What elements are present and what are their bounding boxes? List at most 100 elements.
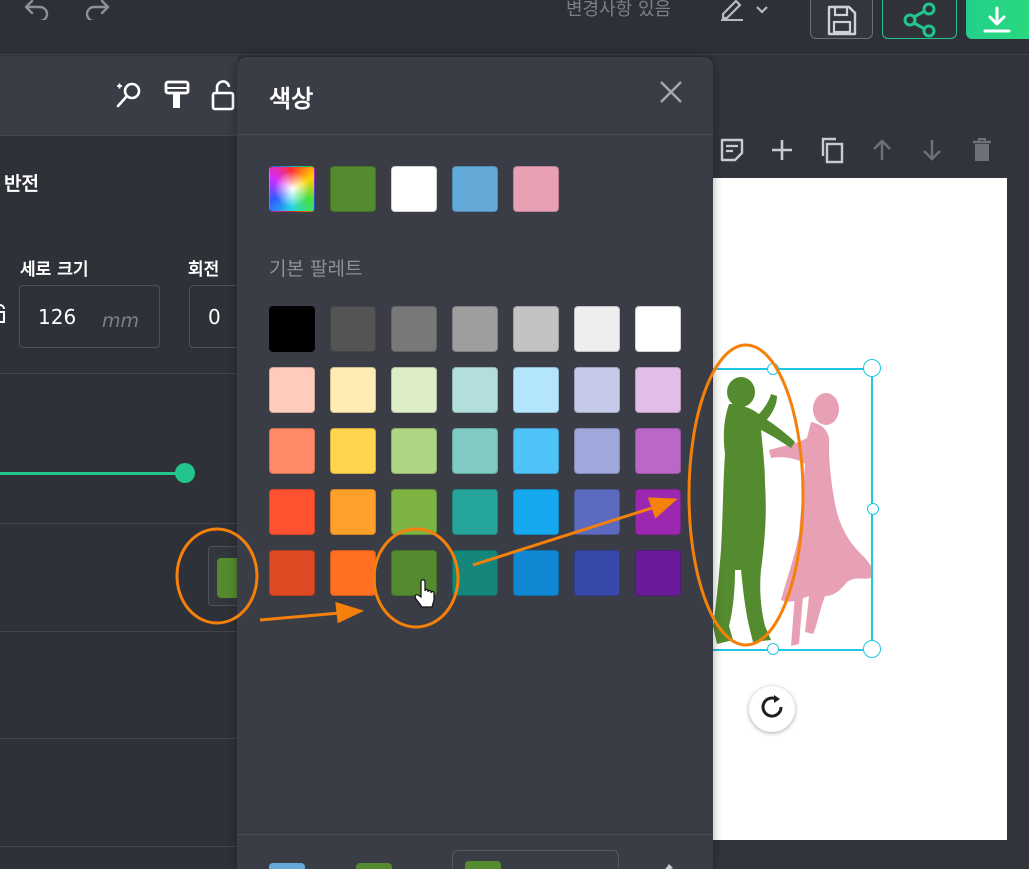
- footer-color-swatch[interactable]: [356, 863, 392, 869]
- palette-color-swatch[interactable]: [635, 367, 681, 413]
- resize-handle[interactable]: [767, 363, 779, 375]
- duplicate-icon[interactable]: [817, 132, 847, 168]
- arrow-down-icon[interactable]: [917, 132, 947, 168]
- palette-color-swatch[interactable]: [635, 550, 681, 596]
- eyedropper-icon[interactable]: [657, 857, 677, 869]
- palette-color-swatch[interactable]: [269, 550, 315, 596]
- palette-color-swatch[interactable]: [452, 367, 498, 413]
- palette-color-swatch[interactable]: [330, 306, 376, 352]
- palette-color-swatch[interactable]: [391, 489, 437, 535]
- note-icon[interactable]: [717, 132, 747, 168]
- height-value: 126: [38, 305, 77, 329]
- divider: [0, 846, 238, 847]
- palette-color-swatch[interactable]: [269, 367, 315, 413]
- redo-icon[interactable]: [82, 0, 112, 26]
- edit-mode-dropdown[interactable]: [718, 0, 784, 26]
- palette-color-swatch[interactable]: [635, 428, 681, 474]
- palette-label: 기본 팔레트: [269, 258, 363, 280]
- palette-color-swatch[interactable]: [513, 367, 559, 413]
- chevron-down-icon: [756, 0, 768, 19]
- opacity-slider-thumb[interactable]: [175, 463, 195, 483]
- rotate-button[interactable]: [749, 686, 795, 732]
- selection-box[interactable]: [703, 368, 873, 651]
- opacity-slider-track[interactable]: [0, 472, 185, 475]
- resize-handle[interactable]: [867, 503, 879, 515]
- properties-panel: 반전 세로 크기 회전 126 mm 0: [0, 56, 249, 869]
- height-input[interactable]: 126 mm: [19, 285, 160, 348]
- palette-color-swatch[interactable]: [452, 306, 498, 352]
- palette-color-swatch[interactable]: [391, 306, 437, 352]
- resize-handle[interactable]: [863, 359, 881, 377]
- plus-icon[interactable]: [767, 132, 797, 168]
- selected-color-preview: [465, 861, 501, 869]
- properties-panel-header: [0, 56, 238, 136]
- height-label: 세로 크기: [20, 260, 89, 280]
- divider: [0, 373, 238, 374]
- recent-color-swatch[interactable]: [452, 166, 498, 212]
- undo-icon[interactable]: [22, 0, 52, 26]
- resize-handle[interactable]: [767, 643, 779, 655]
- palette-color-swatch[interactable]: [269, 489, 315, 535]
- share-button[interactable]: [882, 0, 957, 39]
- popup-title: 색상: [269, 85, 314, 113]
- palette-color-swatch[interactable]: [574, 428, 620, 474]
- divider: [0, 738, 238, 739]
- palette-color-swatch[interactable]: [269, 428, 315, 474]
- palette-color-swatch[interactable]: [513, 550, 559, 596]
- rotate-value: 0: [208, 305, 221, 329]
- aspect-lock-icon[interactable]: [0, 304, 6, 324]
- arrow-up-icon[interactable]: [867, 132, 897, 168]
- trash-icon[interactable]: [967, 132, 997, 168]
- palette-color-swatch[interactable]: [330, 367, 376, 413]
- custom-color-swatch[interactable]: [269, 166, 315, 212]
- palette-color-swatch[interactable]: [574, 367, 620, 413]
- flip-label: 반전: [4, 173, 39, 195]
- height-unit: mm: [102, 310, 140, 332]
- divider: [0, 631, 238, 632]
- canvas-area: [703, 56, 1029, 869]
- palette-color-swatch[interactable]: [574, 306, 620, 352]
- download-icon: [982, 0, 1020, 40]
- palette-color-swatch[interactable]: [452, 550, 498, 596]
- close-button[interactable]: [656, 77, 686, 111]
- palette-color-swatch[interactable]: [513, 489, 559, 535]
- palette-color-swatch[interactable]: [391, 428, 437, 474]
- palette-color-swatch[interactable]: [269, 306, 315, 352]
- divider: [237, 834, 713, 835]
- color-picker-popup: 색상 기본 팔레트: [237, 57, 713, 869]
- palette-color-swatch[interactable]: [513, 306, 559, 352]
- recent-color-swatch[interactable]: [330, 166, 376, 212]
- pen-icon: [718, 0, 746, 25]
- palette-color-swatch[interactable]: [330, 428, 376, 474]
- resize-handle[interactable]: [863, 640, 881, 658]
- palette-color-swatch[interactable]: [513, 428, 559, 474]
- lock-open-icon[interactable]: [206, 76, 240, 114]
- share-icon: [902, 0, 938, 42]
- palette-color-swatch[interactable]: [330, 489, 376, 535]
- rotate-icon: [759, 694, 785, 724]
- close-icon: [659, 80, 683, 108]
- download-button[interactable]: [966, 0, 1029, 39]
- palette-color-swatch[interactable]: [635, 489, 681, 535]
- palette-color-swatch[interactable]: [330, 550, 376, 596]
- palette-color-swatch[interactable]: [452, 428, 498, 474]
- paint-roller-icon[interactable]: [160, 76, 194, 114]
- palette-color-swatch[interactable]: [574, 550, 620, 596]
- footer-color-swatch[interactable]: [269, 863, 305, 869]
- hex-color-input[interactable]: [452, 850, 619, 869]
- rotate-label: 회전: [188, 260, 220, 280]
- palette-color-swatch[interactable]: [391, 367, 437, 413]
- recent-color-swatch[interactable]: [513, 166, 559, 212]
- recent-color-swatch[interactable]: [391, 166, 437, 212]
- palette-color-swatch[interactable]: [391, 550, 437, 596]
- top-toolbar: 변경사항 있음: [0, 0, 1029, 55]
- save-button[interactable]: [810, 0, 873, 39]
- magic-wand-icon[interactable]: [112, 76, 146, 114]
- save-status-text: 변경사항 있음: [566, 0, 672, 20]
- palette-color-swatch[interactable]: [635, 306, 681, 352]
- page-toolbar: [713, 132, 1029, 168]
- palette-color-swatch[interactable]: [574, 489, 620, 535]
- palette-color-swatch[interactable]: [452, 489, 498, 535]
- divider: [0, 523, 238, 524]
- divider: [237, 134, 713, 135]
